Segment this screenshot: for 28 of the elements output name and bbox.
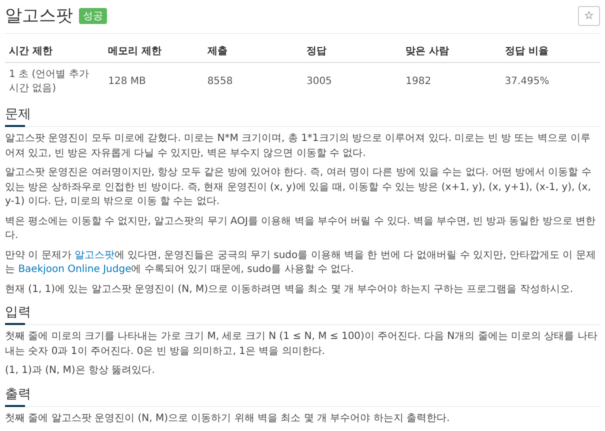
table-cell: 8558	[203, 62, 302, 99]
status-badge: 성공	[79, 8, 107, 24]
table-cell: 3005	[302, 62, 402, 99]
table-cell: 37.495%	[500, 62, 600, 99]
column-header: 시간 제한	[5, 40, 104, 62]
paragraph: 알고스팟 운영진은 여러명이지만, 항상 모두 같은 방에 있어야 한다. 즉, 여러 명이 다른 방에 있을 수는 없다. 어떤 방에서 이동할 수 있는 방은 상하좌우로 인접한 빈 방이다. 즉, 현재 운영진이 (x, y)에 있을 때, 이동할 수 있는 방은 (x+1, y), (x, y+1), (x-1, y), (x, y-1) 이다. 단, 미로의 밖으로 이동 할 수는 없다.	[5, 166, 592, 209]
paragraph: 첫째 줄에 미로의 크기를 나타내는 가로 크기 M, 세로 크기 N (1 ≤ N, M ≤ 100)이 주어진다. 다음 N개의 줄에는 미로의 상태를 나타내는 숫자 0과 1이 주어진다. 0은 빈 방을 의미하고, 1은 벽을 의미한다.	[5, 330, 598, 358]
column-header: 제출	[203, 40, 302, 62]
paragraph: 첫째 줄에 알고스팟 운영진이 (N, M)으로 이동하기 위해 벽을 최소 몇 개 부수어야 하는지 출력한다.	[5, 412, 451, 426]
column-header: 정답 비율	[500, 40, 600, 62]
column-header: 맞은 사람	[402, 40, 501, 62]
section-heading: 출력	[5, 384, 600, 406]
paragraph: (1, 1)과 (N, M)은 항상 뚫려있다.	[5, 364, 156, 378]
text-link[interactable]: 알고스팟	[74, 250, 115, 260]
table-cell: 1982	[402, 62, 501, 99]
paragraph: 벽은 평소에는 이동할 수 없지만, 알고스팟의 무기 AOJ를 이용해 벽을 부수어 버릴 수 있다. 벽을 부수면, 빈 방과 동일한 방으로 변한다.	[5, 214, 597, 243]
column-header: 메모리 제한	[104, 40, 204, 62]
paragraph: 알고스팟 운영진이 모두 미로에 갇혔다. 미로는 N*M 크기이며, 총 1*1크기의 방으로 이루어져 있다. 미로는 빈 방 또는 벽으로 이루어져 있고, 빈 방은 자유롭게 다닐 수 있지만, 벽은 부수지 않으면 이동할 수 없다.	[5, 132, 592, 160]
table-cell: 128 MB	[104, 62, 204, 99]
section-heading: 문제	[5, 105, 600, 127]
favorite-star-button[interactable]: ☆	[578, 6, 600, 26]
column-header: 정답	[302, 40, 402, 62]
text-link[interactable]: Baekjoon Online Judge	[18, 264, 132, 275]
paragraph: 현재 (1, 1)에 있는 알고스팟 운영진이 (N, M)으로 이동하려면 벽을 최소 몇 개 부수어야 하는지 구하는 프로그램을 작성하시오.	[5, 282, 574, 296]
problem-title: 알고스팟	[5, 5, 73, 27]
section-heading: 입력	[5, 303, 600, 325]
paragraph: 만약 이 문제가 알고스팟에 있다면, 운영진들은 궁극의 무기 sudo를 이용해 벽을 한 번에 다 없애버릴 수 있지만, 안타깝게도 이 문제는 Baekjoon Online Judge에 수록되어 있기 때문에, sudo를 사용할 수 없다.	[5, 248, 597, 277]
table-cell: 1 초 (언어별 추가 시간 없음)	[5, 62, 104, 99]
